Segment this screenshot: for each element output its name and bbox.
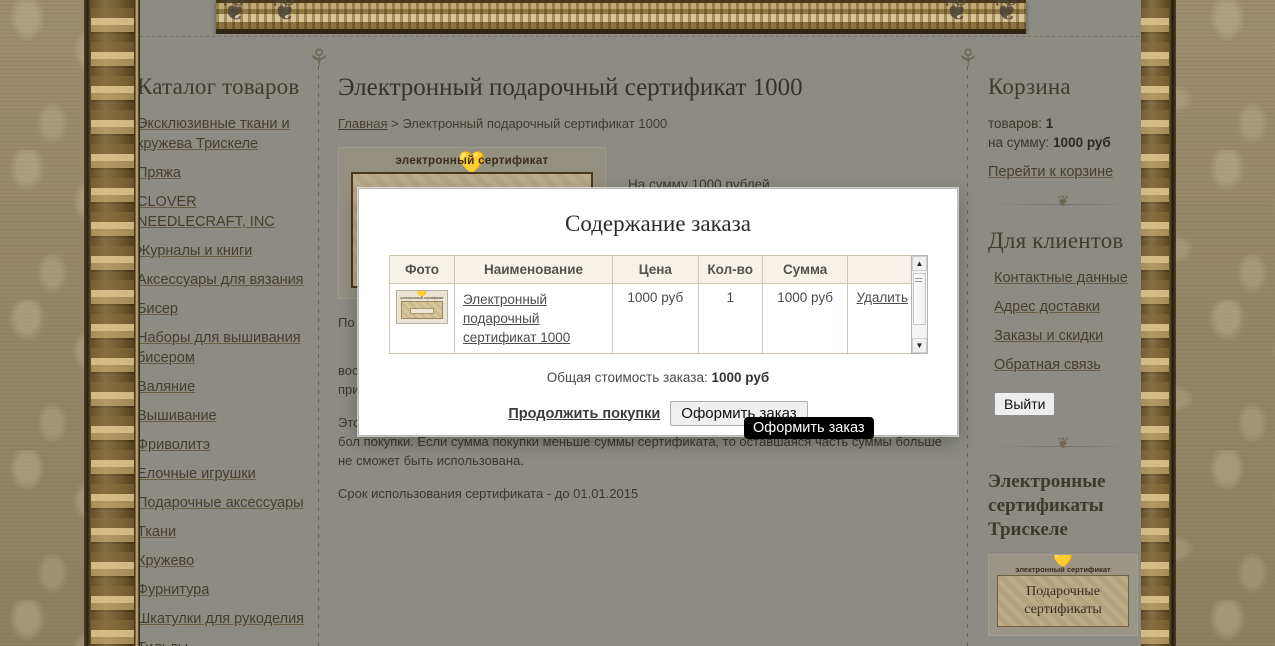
table-scrollbar[interactable]: ▲ ▼	[911, 255, 928, 354]
sidebar-item-christmas-toys[interactable]: Елочные игрушки	[137, 464, 309, 484]
sidebar-item-gift-accessories[interactable]: Подарочные аксессуары	[137, 493, 309, 513]
frame-outer-edge-left	[84, 0, 91, 646]
client-link-orders-discounts[interactable]: Заказы и скидки	[994, 326, 1138, 346]
catalog-title: Каталог товаров	[137, 74, 300, 99]
frame-outer-edge-right	[1169, 0, 1176, 646]
cart-items-line: товаров: 1	[988, 114, 1138, 133]
scrollbar-grip-icon	[915, 278, 922, 279]
cell-qty: 1	[697, 283, 763, 354]
cell-photo[interactable]: 💛 электронный сертификат	[389, 283, 455, 354]
sidebar-item-exclusive-fabrics[interactable]: Эксклюзивные ткани и кружева Трискеле	[137, 114, 309, 154]
sidebar-item-needlework-boxes[interactable]: Шкатулки для рукоделия	[137, 609, 309, 629]
sidebar-item-yarn[interactable]: Пряжа	[137, 163, 309, 183]
cart-sum-line: на сумму: 1000 руб	[988, 133, 1138, 152]
column-header-actions	[847, 255, 917, 284]
thumbnail-caption: электронный сертификат	[400, 296, 444, 300]
page-root: ❦ ❦ ❦ ❦ ⚘ ⚘ Каталог товаров Эксклюзивные…	[0, 0, 1275, 646]
paragraph-tail: покупки. Если сумма покупки меньше суммы…	[338, 434, 942, 468]
column-header-qty: Кол-во	[697, 255, 763, 284]
cell-price: 1000 руб	[612, 283, 699, 354]
order-total: Общая стоимость заказа: 1000 руб	[359, 370, 957, 385]
paragraph-fragment: при	[338, 382, 360, 397]
right-sidebar: Корзина товаров: 1 на сумму: 1000 руб Пе…	[988, 74, 1138, 636]
column-header-name: Наименование	[454, 255, 613, 284]
promo-certificate-banner[interactable]: 💛 электронный сертификат Подарочные серт…	[988, 554, 1138, 636]
frame-rail	[216, 0, 1026, 34]
promo-caption: электронный сертификат	[1015, 565, 1111, 574]
client-link-delivery-address[interactable]: Адрес доставки	[994, 297, 1138, 317]
cart-items-label: товаров:	[988, 116, 1043, 131]
sidebar-item-tildas[interactable]: Тильды	[137, 638, 309, 646]
cell-delete: Удалить	[847, 283, 917, 354]
modal-title: Содержание заказа	[565, 211, 751, 236]
breadcrumb-home-link[interactable]: Главная	[338, 116, 387, 131]
sidebar-item-bead-embroidery-kits[interactable]: Наборы для вышивания бисером	[137, 328, 309, 368]
sidebar-item-magazines[interactable]: Журналы и книги	[137, 241, 309, 261]
right-sidebar-separator	[988, 196, 1138, 212]
panel-hairline	[98, 36, 1144, 37]
column-divider-left	[318, 66, 319, 646]
page-title: Электронный подарочный сертификат 1000	[338, 74, 803, 101]
logout-button[interactable]: Выйти	[994, 392, 1056, 416]
product-thumbnail: 💛 электронный сертификат	[396, 290, 448, 324]
product-tab[interactable]: По	[338, 315, 355, 330]
cart-title: Корзина	[988, 74, 1071, 99]
frame-band-left	[90, 0, 134, 646]
sidebar-item-fabrics[interactable]: Ткани	[137, 522, 309, 542]
continue-shopping-link[interactable]: Продолжить покупки	[508, 406, 660, 422]
right-sidebar-separator-2	[988, 438, 1138, 454]
breadcrumb: Главная > Электронный подарочный сертифи…	[338, 116, 958, 131]
order-contents-modal: Содержание заказа Фото Наименование Цена…	[358, 188, 958, 436]
catalog-nav: Эксклюзивные ткани и кружева Трискеле Пр…	[137, 114, 309, 646]
clients-title: Для клиентов	[988, 228, 1124, 253]
scroll-up-arrow-icon[interactable]: ▲	[912, 256, 927, 271]
scroll-down-arrow-icon[interactable]: ▼	[912, 338, 927, 353]
sidebar-item-felting[interactable]: Валяние	[137, 377, 309, 397]
sidebar-item-lace[interactable]: Кружево	[137, 551, 309, 571]
scrollbar-thumb[interactable]	[913, 273, 926, 325]
finial-ornament-icon: ⚘	[957, 45, 979, 72]
order-total-label: Общая стоимость заказа:	[546, 370, 708, 385]
product-validity: Срок использования сертификата - до 01.0…	[338, 486, 639, 501]
column-header-sum: Сумма	[761, 255, 849, 284]
paragraph-fragment: вос	[338, 363, 359, 378]
client-link-contacts[interactable]: Контактные данные	[994, 268, 1138, 288]
column-divider-right	[967, 66, 968, 646]
cart-table-wrapper: Фото Наименование Цена Кол-во Сумма 💛 эл…	[389, 255, 928, 354]
frame-band-right	[1141, 0, 1171, 646]
order-total-value: 1000 руб	[711, 370, 770, 385]
sidebar-item-clover[interactable]: CLOVER NEEDLECRAFT, INC	[137, 192, 309, 232]
promo-text: Подарочные сертификаты	[997, 575, 1129, 627]
go-to-cart-link[interactable]: Перейти к корзине	[988, 162, 1138, 182]
cell-name: Электронный подарочный сертификат 1000	[454, 283, 613, 354]
sidebar-item-frivolite[interactable]: Фриволитэ	[137, 435, 309, 455]
table-header-row: Фото Наименование Цена Кол-во Сумма	[389, 255, 917, 284]
column-header-price: Цена	[612, 255, 699, 284]
promo-title: Электронные сертификаты Трискеле	[988, 471, 1106, 540]
frame-inner-edge-left	[134, 0, 140, 646]
table-row: 💛 электронный сертификат Электронный под…	[389, 283, 917, 354]
thumbnail-inner	[401, 301, 443, 319]
breadcrumb-current: Электронный подарочный сертификат 1000	[402, 116, 668, 131]
cart-items-value: 1	[1045, 116, 1054, 131]
sidebar-item-fittings[interactable]: Фурнитура	[137, 580, 309, 600]
sidebar-item-beads[interactable]: Бисер	[137, 299, 309, 319]
checkout-button-tooltip: Оформить заказ	[744, 417, 874, 439]
product-link[interactable]: Электронный подарочный сертификат 1000	[463, 290, 604, 347]
cart-sum-label: на сумму:	[988, 135, 1050, 150]
client-link-feedback[interactable]: Обратная связь	[994, 355, 1138, 375]
finial-ornament-icon: ⚘	[308, 45, 330, 72]
left-sidebar: Каталог товаров Эксклюзивные ткани и кру…	[137, 74, 309, 646]
paragraph-fragment: бол	[338, 434, 360, 449]
cart-table: Фото Наименование Цена Кол-во Сумма 💛 эл…	[389, 255, 917, 354]
delete-item-link[interactable]: Удалить	[856, 290, 908, 305]
breadcrumb-separator: >	[391, 116, 399, 131]
cart-sum-value: 1000 руб	[1053, 135, 1111, 150]
ornate-top-frame: ❦ ❦ ❦ ❦	[98, 0, 1144, 34]
cell-sum: 1000 руб	[761, 283, 849, 354]
column-header-photo: Фото	[389, 255, 455, 284]
sidebar-item-embroidery[interactable]: Вышивание	[137, 406, 309, 426]
certificate-caption: электронный сертификат	[395, 155, 549, 167]
sidebar-item-knitting-accessories[interactable]: Аксессуары для вязания	[137, 270, 309, 290]
